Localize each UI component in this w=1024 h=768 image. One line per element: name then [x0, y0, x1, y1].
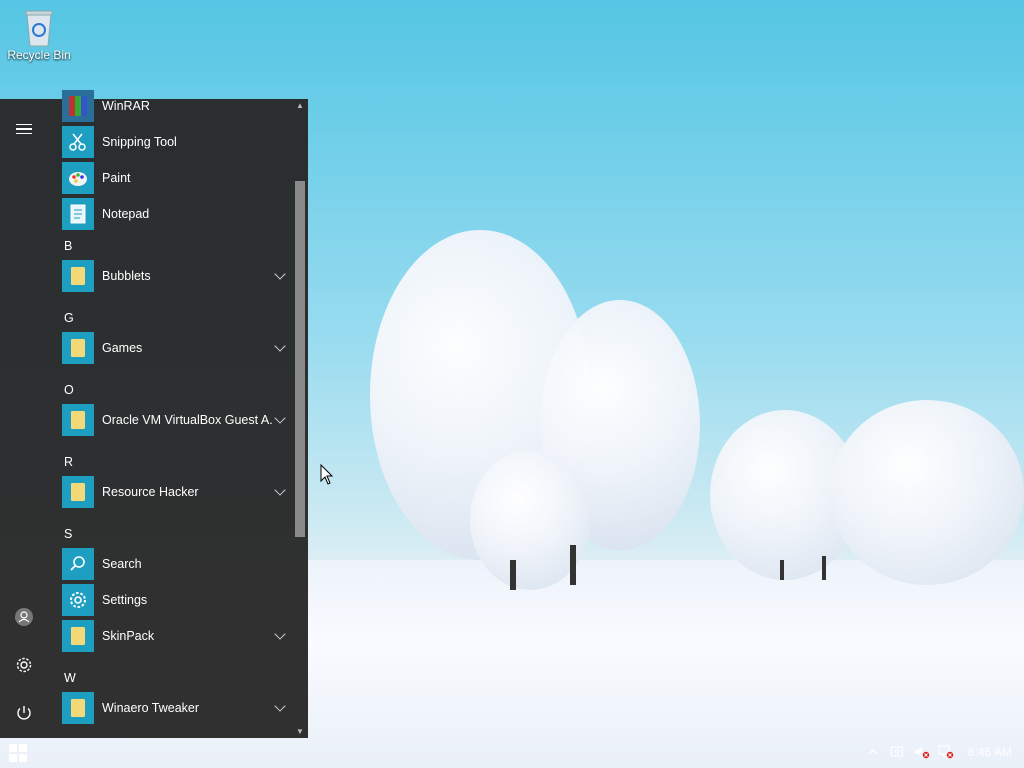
- recycle-bin-icon: [22, 8, 56, 47]
- wallpaper-trunk: [780, 560, 784, 580]
- taskbar-clock[interactable]: 8:45 AM: [968, 745, 1012, 759]
- chevron-down-icon[interactable]: [274, 700, 286, 712]
- chevron-down-icon[interactable]: [274, 412, 286, 424]
- gear-icon: [62, 584, 94, 616]
- scissors-icon: [62, 126, 94, 158]
- chevron-down-icon[interactable]: [274, 340, 286, 352]
- app-item-label: Search: [102, 557, 142, 571]
- winrar-icon: [62, 90, 94, 122]
- wallpaper-trunk: [822, 556, 826, 580]
- folder-icon: [62, 692, 94, 724]
- chevron-down-icon[interactable]: [274, 484, 286, 496]
- wallpaper-trunk: [510, 560, 516, 590]
- paint-palette-icon: [62, 162, 94, 194]
- app-item-winrar[interactable]: WinRAR: [62, 89, 294, 123]
- folder-icon: [62, 404, 94, 436]
- group-header-r[interactable]: R: [64, 455, 73, 469]
- chevron-down-icon[interactable]: [274, 628, 286, 640]
- app-item-label: Settings: [102, 593, 148, 607]
- gear-icon[interactable]: [12, 653, 36, 677]
- notepad-icon: [62, 198, 94, 230]
- app-item-winaero-tweaker[interactable]: Winaero Tweaker: [62, 691, 294, 725]
- app-item-paint[interactable]: Paint: [62, 161, 294, 195]
- folder-icon: [62, 476, 94, 508]
- app-item-search[interactable]: Search: [62, 547, 294, 581]
- start-menu-rail: [0, 99, 48, 738]
- wallpaper-trunk: [570, 545, 576, 585]
- folder-icon: [62, 332, 94, 364]
- system-tray: 8:45 AM: [866, 745, 1012, 759]
- scroll-down-arrow-icon[interactable]: ▼: [296, 727, 304, 736]
- app-item-label: Paint: [102, 171, 131, 185]
- app-item-label: Notepad: [102, 207, 150, 221]
- app-item-label: SkinPack: [102, 629, 155, 643]
- app-item-label: Oracle VM VirtualBox Guest A...: [102, 413, 272, 427]
- app-item-settings[interactable]: Settings: [62, 583, 294, 617]
- recycle-bin-shortcut[interactable]: Recycle Bin: [6, 6, 72, 62]
- windows-logo-icon[interactable]: [9, 744, 27, 762]
- app-item-games[interactable]: Games: [62, 331, 294, 365]
- recycle-bin-label: Recycle Bin: [7, 48, 71, 62]
- app-item-label: Bubblets: [102, 269, 151, 283]
- volume-muted-icon[interactable]: [914, 745, 930, 759]
- group-header-b[interactable]: B: [64, 239, 72, 253]
- folder-icon: [62, 260, 94, 292]
- group-header-s[interactable]: S: [64, 527, 72, 541]
- folder-icon: [62, 620, 94, 652]
- app-item-resource-hacker[interactable]: Resource Hacker: [62, 475, 294, 509]
- app-item-label: Snipping Tool: [102, 135, 177, 149]
- app-item-notepad[interactable]: Notepad: [62, 197, 294, 231]
- wallpaper-tree: [830, 400, 1024, 585]
- app-list-scrollbar[interactable]: ▲ ▼: [294, 99, 306, 738]
- chevron-down-icon[interactable]: [274, 268, 286, 280]
- group-header-w[interactable]: W: [64, 671, 76, 685]
- start-menu: WinRAR Snipping Tool Paint Notepad B Bub…: [0, 90, 308, 738]
- app-item-snipping-tool[interactable]: Snipping Tool: [62, 125, 294, 159]
- hamburger-icon[interactable]: [12, 117, 36, 141]
- app-item-skinpack[interactable]: SkinPack: [62, 619, 294, 653]
- power-icon[interactable]: [12, 701, 36, 725]
- app-item-oracle-vm-virtualbox[interactable]: Oracle VM VirtualBox Guest A...: [62, 403, 294, 437]
- search-icon: [62, 548, 94, 580]
- action-center-icon[interactable]: [890, 745, 904, 759]
- scroll-up-arrow-icon[interactable]: ▲: [296, 101, 304, 110]
- app-item-label: Winaero Tweaker: [102, 701, 200, 715]
- network-disconnected-icon[interactable]: [938, 745, 954, 759]
- mouse-cursor-icon: [320, 463, 334, 491]
- app-item-label: WinRAR: [102, 99, 150, 113]
- taskbar: 8:45 AM: [0, 738, 1024, 768]
- user-icon[interactable]: [12, 605, 36, 629]
- chevron-up-icon[interactable]: [866, 745, 880, 759]
- group-header-o[interactable]: O: [64, 383, 74, 397]
- app-item-label: Resource Hacker: [102, 485, 199, 499]
- group-header-g[interactable]: G: [64, 311, 74, 325]
- scrollbar-thumb[interactable]: [295, 181, 305, 537]
- app-item-label: Games: [102, 341, 143, 355]
- app-item-bubblets[interactable]: Bubblets: [62, 259, 294, 293]
